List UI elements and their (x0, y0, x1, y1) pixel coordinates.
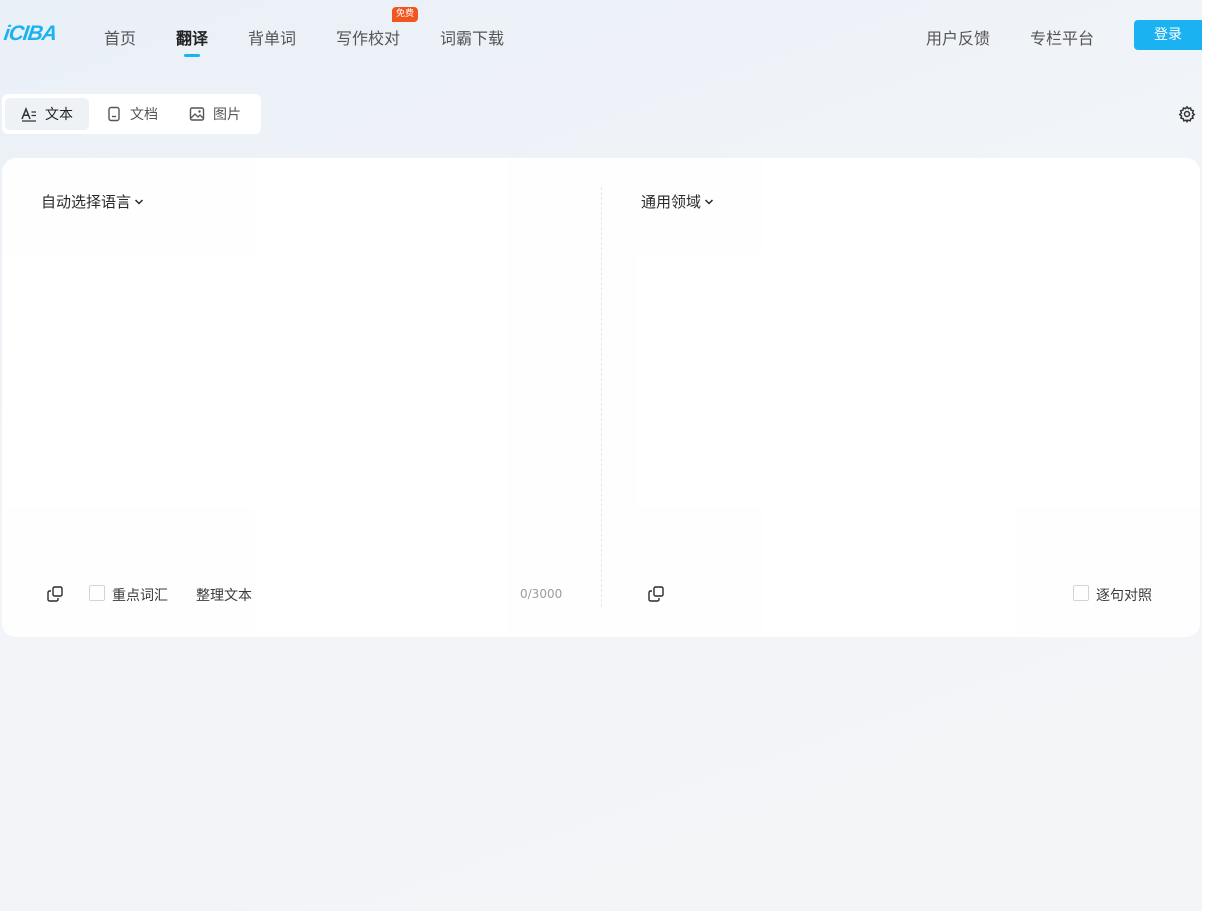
chevron-down-icon (134, 198, 144, 205)
copy-icon[interactable] (647, 585, 665, 603)
copy-icon[interactable] (46, 585, 64, 603)
tab-text[interactable]: 文本 (5, 98, 89, 130)
source-language-select[interactable]: 自动选择语言 (41, 191, 144, 212)
text-icon (21, 106, 36, 122)
panel-divider (601, 187, 602, 607)
chevron-down-icon (704, 198, 714, 205)
key-vocab-label[interactable]: 重点词汇 (112, 585, 168, 605)
nav-translate[interactable]: 翻译 (176, 25, 208, 49)
domain-label: 通用领域 (641, 193, 702, 211)
nav-active-indicator (184, 54, 200, 57)
free-badge: 免费 (392, 7, 419, 22)
key-vocab-checkbox[interactable] (89, 585, 105, 601)
char-count: 0/3000 (520, 587, 563, 601)
tab-image-label: 图片 (213, 107, 241, 123)
source-language-label: 自动选择语言 (41, 193, 132, 211)
translate-panel: 自动选择语言 重点词汇 整理文本 0/3000 通用领域 逐句对照 (2, 158, 1200, 637)
domain-select[interactable]: 通用领域 (641, 191, 714, 212)
top-header: iCIBA 首页 翻译 背单词 写作校对 免费 词霸下载 用户反馈 专栏平台 登… (0, 0, 1208, 70)
nav-column-platform[interactable]: 专栏平台 (1030, 25, 1094, 49)
tidy-text-button[interactable]: 整理文本 (196, 585, 252, 605)
mode-tabs: 文本 文档 图片 (2, 94, 261, 134)
nav-feedback[interactable]: 用户反馈 (926, 25, 990, 49)
nav-download[interactable]: 词霸下载 (440, 25, 504, 49)
document-icon (108, 106, 120, 122)
iciba-logo[interactable]: iCIBA (2, 22, 58, 46)
nav-vocabulary[interactable]: 背单词 (248, 25, 296, 49)
nav-writing-check[interactable]: 写作校对 (336, 25, 400, 49)
tab-text-label: 文本 (45, 107, 73, 123)
tab-document[interactable]: 文档 (106, 98, 158, 130)
nav-home[interactable]: 首页 (104, 25, 136, 49)
gear-icon[interactable] (1178, 105, 1196, 123)
tab-document-label: 文档 (130, 107, 158, 123)
image-icon (189, 107, 205, 121)
source-text-input[interactable] (40, 228, 564, 562)
tab-image[interactable]: 图片 (189, 98, 241, 130)
login-button[interactable]: 登录 (1134, 20, 1202, 50)
sentence-compare-checkbox[interactable] (1073, 585, 1089, 601)
translation-output (641, 228, 1161, 558)
window-edge (1202, 0, 1208, 911)
sentence-compare-label[interactable]: 逐句对照 (1096, 585, 1152, 605)
